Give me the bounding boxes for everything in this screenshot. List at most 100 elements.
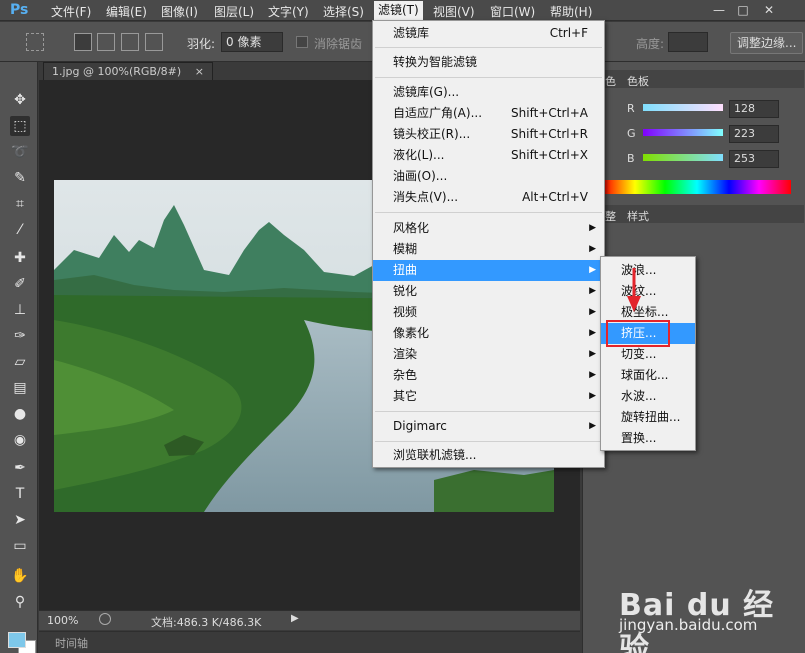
menu-item-render[interactable]: 渲染 ▶ [373, 344, 604, 365]
marquee-preset-icon[interactable] [26, 33, 44, 51]
path-select-tool-icon[interactable]: ➤ [10, 510, 30, 530]
red-slider[interactable] [643, 104, 723, 111]
quick-select-tool-icon[interactable]: ✎ [10, 168, 30, 188]
color-spectrum-bar[interactable] [603, 180, 791, 194]
tab-swatches[interactable]: 色板 [627, 73, 649, 89]
photoshop-logo: Ps [10, 2, 29, 18]
tab-styles[interactable]: 样式 [627, 208, 649, 224]
menu-item-blur[interactable]: 模糊 ▶ [373, 239, 604, 260]
red-value-input[interactable]: 128 [729, 100, 779, 118]
zoom-level[interactable]: 100% [47, 614, 78, 627]
menu-item-sharpen[interactable]: 锐化 ▶ [373, 281, 604, 302]
menu-item-lens-correction[interactable]: 镜头校正(R)... Shift+Ctrl+R [373, 124, 604, 145]
menu-view[interactable]: 视图(V) [433, 3, 475, 20]
subtract-selection-icon[interactable] [121, 33, 139, 51]
close-button[interactable]: ✕ [758, 0, 780, 20]
menu-image[interactable]: 图像(I) [161, 3, 198, 20]
menu-item-pixelate[interactable]: 像素化 ▶ [373, 323, 604, 344]
antialias-checkbox[interactable] [296, 36, 308, 48]
menu-help[interactable]: 帮助(H) [550, 3, 592, 20]
document-tab-title: 1.jpg @ 100%(RGB/8#) [52, 65, 182, 78]
document-tab[interactable]: 1.jpg @ 100%(RGB/8#) × [43, 62, 213, 80]
refine-edge-button[interactable]: 调整边缘... [730, 32, 804, 54]
new-selection-icon[interactable] [74, 33, 92, 51]
add-selection-icon[interactable] [97, 33, 115, 51]
zoom-tool-icon[interactable]: ⚲ [10, 592, 30, 612]
menu-item-other[interactable]: 其它 ▶ [373, 386, 604, 407]
pen-tool-icon[interactable]: ✒ [10, 458, 30, 478]
watermark-url: jingyan.baidu.com [619, 616, 758, 634]
move-tool-icon[interactable]: ✥ [10, 90, 30, 110]
menu-window[interactable]: 窗口(W) [490, 3, 535, 20]
menu-item-adaptive-wide-angle[interactable]: 自适应广角(A)... Shift+Ctrl+A [373, 103, 604, 124]
menu-item-vanishing-point[interactable]: 消失点(V)... Alt+Ctrl+V [373, 187, 604, 208]
stamp-tool-icon[interactable]: ⊥ [10, 300, 30, 320]
submenu-item-displace[interactable]: 置换... [601, 428, 695, 449]
menu-item-video[interactable]: 视频 ▶ [373, 302, 604, 323]
red-slider-row: R 128 [623, 100, 803, 122]
menu-layer[interactable]: 图层(L) [214, 3, 254, 20]
submenu-item-shear[interactable]: 切变... [601, 344, 695, 365]
blue-slider[interactable] [643, 154, 723, 161]
submenu-item-wave[interactable]: 波浪... [601, 260, 695, 281]
menu-filter[interactable]: 滤镜(T) [374, 1, 423, 20]
foreground-color-swatch[interactable] [8, 632, 26, 648]
filter-menu: 滤镜库 Ctrl+F 转换为智能滤镜 滤镜库(G)... 自适应广角(A)... S… [372, 20, 605, 468]
menu-separator [375, 77, 602, 78]
healing-brush-tool-icon[interactable]: ✚ [10, 248, 30, 268]
document-tab-close-icon[interactable]: × [195, 65, 204, 78]
menu-item-noise[interactable]: 杂色 ▶ [373, 365, 604, 386]
color-panel-header [583, 70, 804, 88]
menu-select[interactable]: 选择(S) [323, 3, 364, 20]
history-brush-tool-icon[interactable]: ✑ [10, 326, 30, 346]
hand-tool-icon[interactable]: ✋ [10, 566, 30, 586]
type-tool-icon[interactable]: T [10, 484, 30, 504]
crop-tool-icon[interactable]: ⌗ [10, 194, 30, 214]
brush-tool-icon[interactable]: ✐ [10, 274, 30, 294]
tab-adjustments[interactable]: 整 [605, 208, 616, 224]
menu-item-browse-online-filters[interactable]: 浏览联机滤镜... [373, 445, 604, 466]
menu-item-filter-gallery-last[interactable]: 滤镜库 Ctrl+F [373, 23, 604, 44]
eraser-tool-icon[interactable]: ▱ [10, 352, 30, 372]
eyedropper-tool-icon[interactable]: ⁄ [10, 220, 30, 240]
intersect-selection-icon[interactable] [145, 33, 163, 51]
shape-tool-icon[interactable]: ▭ [10, 536, 30, 556]
tab-color[interactable]: 色 [605, 73, 616, 89]
gradient-tool-icon[interactable]: ▤ [10, 378, 30, 398]
green-slider[interactable] [643, 129, 723, 136]
marquee-tool-icon[interactable]: ⬚ [10, 116, 30, 136]
menu-edit[interactable]: 编辑(E) [106, 3, 147, 20]
menu-item-distort[interactable]: 扭曲 ▶ [373, 260, 604, 281]
menu-item-liquify[interactable]: 液化(L)... Shift+Ctrl+X [373, 145, 604, 166]
menu-separator [375, 47, 602, 48]
menu-item-stylize[interactable]: 风格化 ▶ [373, 218, 604, 239]
menu-separator [375, 212, 602, 213]
blue-value-input[interactable]: 253 [729, 150, 779, 168]
menu-item-oil-paint[interactable]: 油画(O)... [373, 166, 604, 187]
green-value-input[interactable]: 223 [729, 125, 779, 143]
tools-panel: ✥ ⬚ ➰ ✎ ⌗ ⁄ ✚ ✐ ⊥ ✑ ▱ ▤ ● ◉ ✒ T ➤ ▭ ✋ ⚲ [0, 62, 38, 653]
menu-item-convert-smart-filter[interactable]: 转换为智能滤镜 [373, 52, 604, 73]
dodge-tool-icon[interactable]: ◉ [10, 430, 30, 450]
menu-file[interactable]: 文件(F) [51, 3, 91, 20]
status-info-icon[interactable] [99, 613, 111, 625]
height-input[interactable] [668, 32, 708, 52]
submenu-item-twirl[interactable]: 旋转扭曲... [601, 407, 695, 428]
status-menu-arrow-icon[interactable]: ▶ [291, 613, 299, 624]
maximize-button[interactable]: □ [732, 0, 754, 20]
timeline-tab[interactable]: 时间轴 [55, 635, 88, 651]
menu-item-filter-gallery[interactable]: 滤镜库(G)... [373, 82, 604, 103]
minimize-button[interactable]: — [708, 0, 730, 20]
menu-separator [375, 441, 602, 442]
submenu-item-spherize[interactable]: 球面化... [601, 365, 695, 386]
menu-type[interactable]: 文字(Y) [268, 3, 309, 20]
submenu-item-zigzag[interactable]: 水波... [601, 386, 695, 407]
blur-tool-icon[interactable]: ● [10, 404, 30, 424]
callout-arrow-icon [627, 268, 641, 312]
red-channel-label: R [627, 102, 635, 115]
lasso-tool-icon[interactable]: ➰ [10, 142, 30, 162]
submenu-item-ripple[interactable]: 波纹... [601, 281, 695, 302]
feather-input[interactable]: 0 像素 [221, 32, 283, 52]
height-label: 高度: [636, 37, 665, 51]
menu-item-digimarc[interactable]: Digimarc ▶ [373, 416, 604, 437]
